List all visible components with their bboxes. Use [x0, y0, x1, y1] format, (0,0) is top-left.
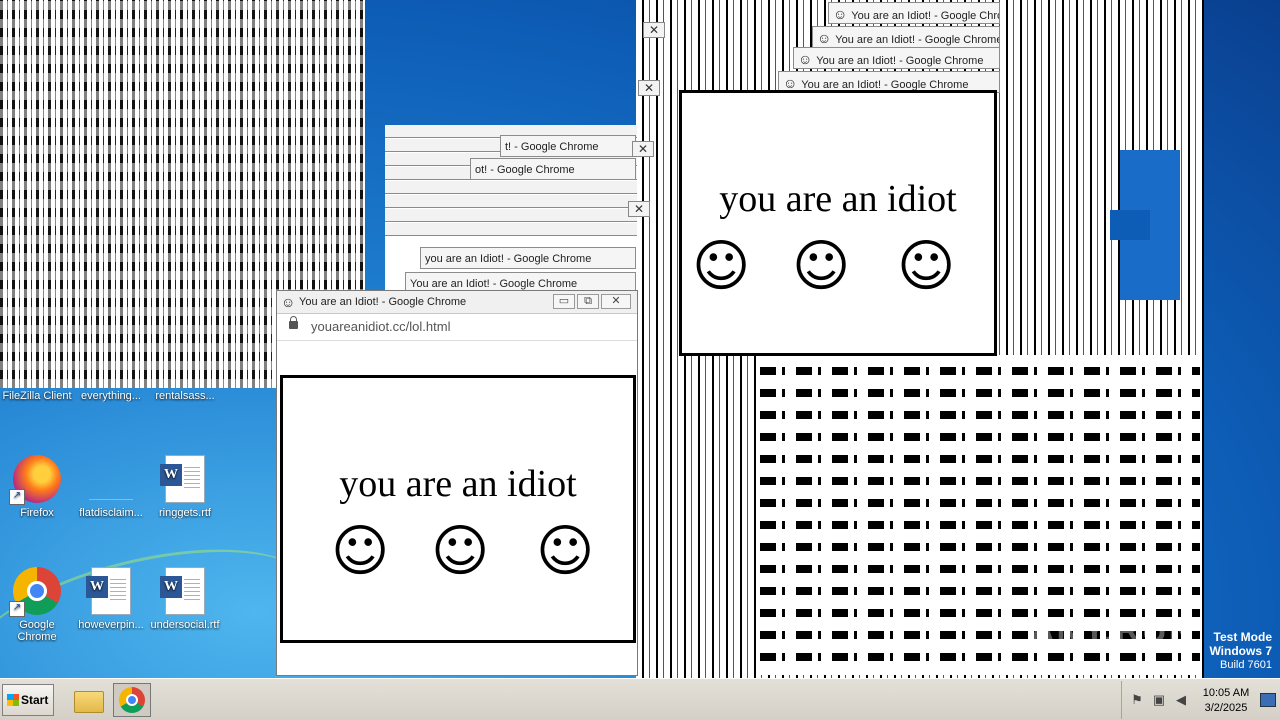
glitch-blue-block — [1110, 210, 1150, 240]
word-doc-icon — [160, 567, 205, 615]
minimize-button[interactable]: ▭ — [553, 294, 575, 309]
word-doc-icon — [86, 567, 131, 615]
smiley-icon: ☺ — [431, 519, 490, 584]
start-button[interactable]: Start — [2, 684, 54, 716]
system-tray: ⚑ ▣ ◀ 10:05 AM 3/2/2025 — [1121, 681, 1280, 719]
speaker-icon[interactable]: ◀ — [1174, 693, 1188, 707]
close-icon[interactable]: ✕ — [628, 201, 650, 217]
file-icon — [87, 455, 135, 503]
page-content: you are an idiot ☺ ☺ ☺ — [277, 341, 637, 675]
network-icon[interactable]: ▣ — [1152, 693, 1166, 707]
desktop-icon-howeverpin[interactable]: howeverpin... — [74, 567, 148, 631]
restore-button[interactable]: ⧉ — [577, 294, 599, 309]
desktop-icon-chrome[interactable]: ↗ Google Chrome — [0, 567, 74, 643]
smiley-icon: ☺ — [817, 30, 832, 46]
address-url: youareanidiot.cc/lol.html — [311, 319, 451, 334]
test-mode-watermark: Test Mode Windows 7 Build 7601 — [1209, 630, 1272, 671]
smiley-icon: ☺ — [833, 6, 848, 22]
taskbar: Start ⚑ ▣ ◀ 10:05 AM 3/2/2025 — [0, 678, 1280, 720]
firefox-icon: ↗ — [9, 455, 61, 505]
desktop-icon-filezilla[interactable]: FileZilla Client — [0, 390, 74, 402]
close-icon[interactable]: ✕ — [632, 141, 654, 157]
smiley-icon: ☺ — [536, 519, 595, 584]
chrome-icon: ↗ — [9, 567, 61, 617]
desktop-icon-firefox[interactable]: ↗ Firefox — [0, 455, 74, 519]
close-icon[interactable]: ✕ — [638, 80, 660, 96]
smiley-icon: ☺ — [281, 294, 296, 310]
desktop-icon-undersocial[interactable]: undersocial.rtf — [148, 567, 222, 631]
smiley-icon: ☺ — [897, 234, 956, 299]
idiot-page-secondary: you are an idiot ☺ ☺ ☺ — [679, 90, 997, 356]
window-titlebar[interactable]: ☺ You are an Idiot! - Google Chrome ▭ ⧉ … — [277, 291, 637, 314]
close-button[interactable]: ✕ — [601, 294, 631, 309]
show-desktop-button[interactable] — [1260, 693, 1276, 707]
windows-flag-icon — [7, 694, 19, 706]
clock[interactable]: 10:05 AM 3/2/2025 — [1196, 686, 1256, 716]
folder-icon — [74, 691, 104, 713]
stacked-window-title[interactable]: ☺You are an Idiot! - Google Chrome — [828, 2, 1000, 24]
taskbar-explorer-button[interactable] — [68, 683, 106, 717]
word-doc-icon — [160, 455, 205, 503]
window-title: You are an Idiot! - Google Chrome — [299, 296, 467, 308]
stacked-window-title[interactable]: ☺You are an Idiot! - Google Chrome — [793, 47, 1000, 69]
smiley-icon: ☺ — [692, 234, 751, 299]
popup-window[interactable]: ☺ You are an Idiot! - Google Chrome ▭ ⧉ … — [276, 290, 638, 676]
taskbar-chrome-button[interactable] — [113, 683, 151, 717]
stacked-window-title[interactable]: ot! - Google Chrome — [470, 158, 636, 180]
desktop: t! - Google Chrome ot! - Google Chrome y… — [0, 0, 1280, 678]
smiley-icon: ☺ — [331, 519, 390, 584]
smiley-icon: ☺ — [792, 234, 851, 299]
flag-icon[interactable]: ⚑ — [1130, 693, 1144, 707]
address-bar[interactable]: youareanidiot.cc/lol.html — [277, 314, 637, 341]
close-icon[interactable]: ✕ — [643, 22, 665, 38]
stacked-window-title[interactable]: you are an Idiot! - Google Chrome — [420, 247, 636, 269]
lock-icon — [289, 316, 298, 329]
desktop-icon-ringgets[interactable]: ringgets.rtf — [148, 455, 222, 519]
stacked-window-title[interactable]: ☺You are an Idiot! - Google Chrome — [812, 26, 1000, 48]
desktop-icon-flatdisclaim[interactable]: flatdisclaim... — [74, 455, 148, 519]
idiot-message: you are an idiot — [339, 463, 577, 505]
desktop-icon-everything[interactable]: everything... — [74, 390, 148, 402]
idiot-message: you are an idiot — [719, 178, 957, 220]
chrome-icon — [119, 687, 145, 713]
stacked-window-title[interactable]: t! - Google Chrome — [500, 135, 636, 157]
idiot-page: you are an idiot ☺ ☺ ☺ — [280, 375, 636, 643]
anyrun-watermark-logo: ANY.RUN — [1030, 612, 1196, 650]
desktop-icon-rentalsass[interactable]: rentalsass... — [148, 390, 222, 402]
smiley-icon: ☺ — [798, 51, 813, 67]
